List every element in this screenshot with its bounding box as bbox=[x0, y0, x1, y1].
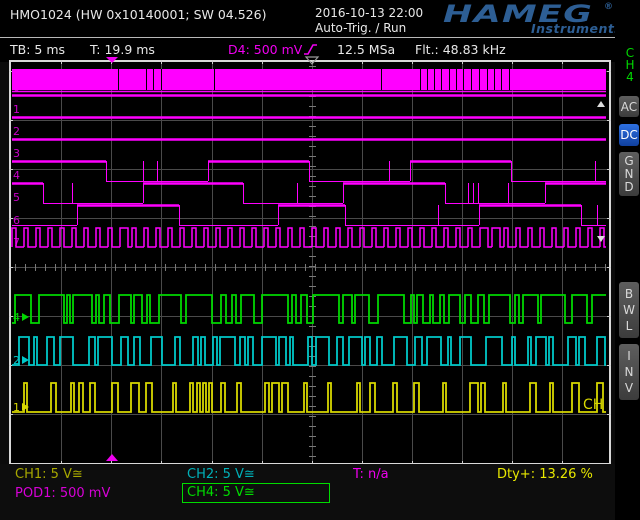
coupling-ac-button[interactable]: AC bbox=[619, 96, 639, 117]
ch4-readout: CH4: 5 V≅ bbox=[187, 485, 255, 500]
d0-gap bbox=[449, 69, 450, 90]
ch2-channel-marker: 2 bbox=[13, 354, 20, 367]
d0-gap bbox=[487, 69, 488, 90]
d0-gap bbox=[118, 69, 119, 90]
d0-gap bbox=[494, 69, 495, 90]
d0-gap bbox=[501, 69, 502, 90]
graticule-frame bbox=[10, 61, 610, 464]
d0-gap bbox=[456, 69, 457, 90]
pod-channel-label: 3 bbox=[13, 147, 20, 160]
oscilloscope-screen: HMO1024 (HW 0x10140001; SW 04.526) 2016-… bbox=[0, 0, 640, 520]
d0-dense-band bbox=[12, 69, 606, 90]
bandwidth-limit-button[interactable]: BWL bbox=[619, 282, 639, 338]
menu-channel-title: CH4 bbox=[624, 47, 636, 83]
coupling-gnd-button[interactable]: GND bbox=[619, 152, 639, 196]
d0-gap bbox=[153, 69, 154, 90]
pod-channel-label: 5 bbox=[13, 191, 20, 204]
invert-button[interactable]: INV bbox=[619, 344, 639, 400]
ch2-readout: CH2: 5 V≅ bbox=[187, 467, 255, 482]
scope-display: 01234567421CH bbox=[0, 0, 640, 520]
pod-channel-label: 2 bbox=[13, 125, 20, 138]
ch4-channel-marker: 4 bbox=[13, 311, 20, 324]
d0-gap bbox=[146, 69, 147, 90]
d0-gap bbox=[420, 69, 421, 90]
duty-cycle-readout: Dty+: 13.26 % bbox=[497, 467, 593, 482]
pod-channel-label: 1 bbox=[13, 103, 20, 116]
d0-gap bbox=[463, 69, 464, 90]
d0-gap bbox=[434, 69, 435, 90]
pod-channel-label: 4 bbox=[13, 169, 20, 182]
d0-gap bbox=[161, 69, 162, 90]
softkey-menu: CH4 AC DC GND BWL INV bbox=[615, 0, 640, 520]
d0-gap bbox=[479, 69, 480, 90]
coupling-dc-button[interactable]: DC bbox=[619, 124, 639, 146]
ch-overlay-label: CH bbox=[583, 397, 603, 413]
d0-gap bbox=[471, 69, 472, 90]
d0-gap bbox=[427, 69, 428, 90]
ch1-readout: CH1: 5 V≅ bbox=[15, 467, 83, 482]
ch1-channel-marker: 1 bbox=[13, 401, 20, 414]
trigger-freq-readout: T: n/a bbox=[353, 467, 389, 482]
d0-gap bbox=[214, 69, 215, 90]
d0-gap bbox=[509, 69, 510, 90]
pod1-readout: POD1: 500 mV bbox=[15, 486, 110, 501]
d0-gap bbox=[441, 69, 442, 90]
d0-gap bbox=[381, 69, 382, 90]
